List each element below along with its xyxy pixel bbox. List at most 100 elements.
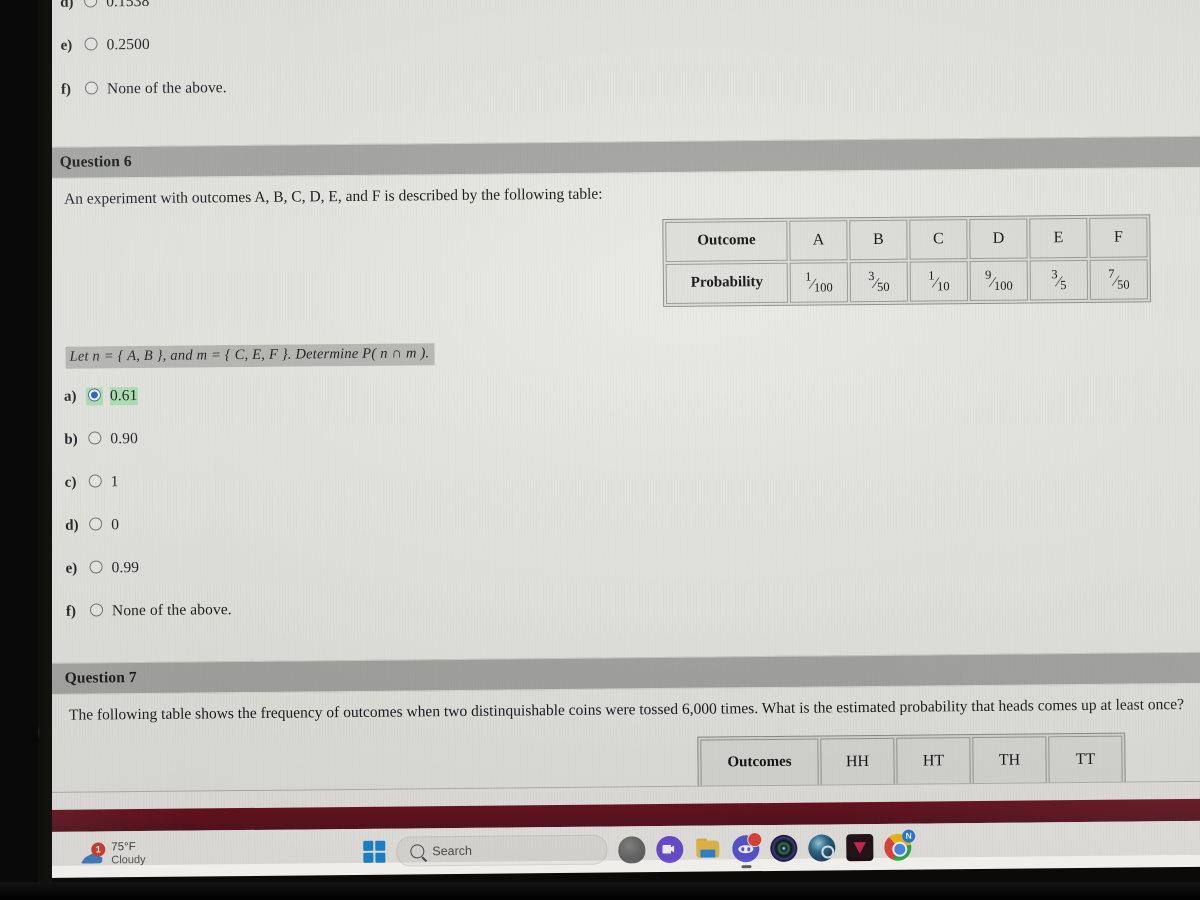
option-letter: d): [60, 0, 74, 11]
file-explorer-icon[interactable]: [694, 835, 721, 862]
probability-cell: 3⁄5: [1029, 259, 1089, 301]
option-label: None of the above.: [106, 79, 227, 98]
option-row[interactable]: e) 0.99: [42, 549, 1200, 578]
option-radio-wrap[interactable]: [87, 473, 104, 491]
option-letter: a): [63, 388, 77, 405]
vivaldi-icon[interactable]: [846, 833, 874, 861]
table-row: Probability 1⁄100 3⁄50 1⁄10 9⁄100 3⁄5 7⁄…: [665, 259, 1149, 304]
option-row[interactable]: c) 1: [41, 463, 1200, 492]
outcome-cell: HH: [820, 737, 895, 787]
weather-widget[interactable]: 1 75°F Cloudy: [80, 839, 230, 869]
option-letter: f): [65, 603, 77, 620]
chrome-profile-badge: N: [902, 829, 916, 843]
search-icon: [410, 844, 425, 859]
option-radio-wrap[interactable]: [86, 430, 103, 448]
quiz-page: d) 0.1538 e) 0.2500 f) None of the above…: [36, 0, 1200, 792]
option-radio-wrap[interactable]: [82, 36, 99, 54]
start-tile: [363, 840, 374, 851]
discord-eye: [741, 846, 745, 851]
option-radio-wrap[interactable]: [85, 387, 104, 406]
row-header-outcome: Outcome: [665, 220, 788, 262]
question6-instruction: Let n = { A, B }, and m = { C, E, F }. D…: [65, 343, 435, 369]
radio-button[interactable]: [88, 431, 102, 445]
option-row[interactable]: b) 0.90: [40, 420, 1200, 449]
weather-temperature: 75°F: [111, 841, 136, 854]
previous-question-options: d) 0.1538 e) 0.2500 f) None of the above…: [36, 0, 1200, 99]
outcome-cell: D: [969, 218, 1028, 259]
radio-button[interactable]: [89, 560, 103, 574]
option-row[interactable]: e) 0.2500: [36, 26, 1200, 55]
option-row[interactable]: a) 0.61: [40, 377, 1200, 406]
option-radio-wrap[interactable]: [88, 602, 105, 620]
weather-condition: Cloudy: [111, 854, 146, 867]
outcome-cell: HT: [896, 736, 971, 786]
probability-cell: 9⁄100: [969, 260, 1029, 301]
start-tile: [363, 853, 374, 863]
radio-button[interactable]: [88, 474, 102, 488]
discord-notification-badge: [747, 831, 763, 847]
option-label: 1: [110, 473, 119, 491]
notification-badge: 1: [91, 842, 106, 857]
search-placeholder: Search: [432, 843, 472, 859]
option-label: 0: [111, 516, 120, 534]
radio-button-selected[interactable]: [87, 388, 101, 402]
running-indicator: [740, 865, 751, 868]
discord-icon[interactable]: [732, 831, 763, 868]
outcome-cell: F: [1089, 217, 1148, 258]
option-label: None of the above.: [111, 601, 232, 620]
probability-cell: 3⁄50: [849, 261, 909, 303]
row-header-probability: Probability: [665, 262, 789, 304]
steam-icon[interactable]: [808, 833, 836, 862]
folder-front: [700, 849, 716, 858]
option-radio-wrap[interactable]: [87, 516, 104, 534]
option-row[interactable]: f) None of the above.: [37, 70, 1200, 99]
outcome-cell: C: [909, 218, 968, 260]
outcome-cell: E: [1029, 217, 1088, 259]
outcome-cell: TH: [972, 736, 1047, 785]
fraction-denominator: 10: [936, 279, 950, 294]
radio-button[interactable]: [84, 81, 99, 95]
option-letter: b): [64, 431, 78, 448]
option-label: 0.90: [110, 429, 138, 448]
chrome-icon[interactable]: N: [884, 829, 916, 861]
option-radio-wrap[interactable]: [83, 80, 100, 98]
start-tile: [375, 840, 386, 851]
zoom-icon[interactable]: [656, 835, 684, 863]
option-row[interactable]: f) None of the above.: [42, 592, 1200, 621]
fraction-denominator: 100: [993, 278, 1013, 293]
radio-button[interactable]: [84, 37, 98, 51]
probability-cell: 7⁄50: [1089, 259, 1149, 300]
weather-text: 75°F Cloudy: [111, 840, 146, 868]
option-row[interactable]: d) 0.1538: [36, 0, 1200, 12]
outcome-cell: B: [849, 219, 908, 261]
radio-button[interactable]: [89, 517, 103, 531]
fraction-denominator: 5: [1060, 278, 1067, 293]
option-row[interactable]: d) 0: [41, 506, 1200, 535]
discord-eye: [747, 846, 751, 851]
probability-cell: 1⁄100: [789, 262, 849, 303]
start-tile: [375, 852, 386, 863]
radio-button[interactable]: [89, 603, 104, 617]
option-label: 0.2500: [106, 35, 150, 54]
panda-icon[interactable]: [618, 835, 646, 863]
search-input[interactable]: Search: [396, 834, 608, 867]
spiral-app-icon[interactable]: [770, 834, 798, 862]
probability-table: Outcome A B C D E F Probability 1⁄100 3⁄…: [662, 214, 1152, 307]
cloud-icon: 1: [80, 842, 106, 864]
table-row: Outcome A B C D E F: [665, 217, 1148, 262]
monitor-bezel-bottom: [0, 882, 1200, 900]
fraction-denominator: 50: [1116, 277, 1130, 292]
option-label: 0.1538: [106, 0, 150, 11]
probability-cell: 1⁄10: [909, 260, 969, 302]
fraction-denominator: 50: [876, 279, 890, 294]
option-letter: f): [60, 81, 72, 98]
monitor-bezel-left: [0, 0, 38, 900]
option-letter: c): [64, 474, 77, 491]
start-button-icon[interactable]: [363, 840, 386, 863]
photographed-monitor-scene: d) 0.1538 e) 0.2500 f) None of the above…: [0, 0, 1200, 900]
outcome-cell: A: [789, 220, 848, 261]
option-radio-wrap[interactable]: [82, 0, 99, 12]
table-row: Outcomes HH HT TH TT: [700, 735, 1123, 788]
option-radio-wrap[interactable]: [88, 559, 105, 577]
radio-button[interactable]: [84, 0, 98, 8]
